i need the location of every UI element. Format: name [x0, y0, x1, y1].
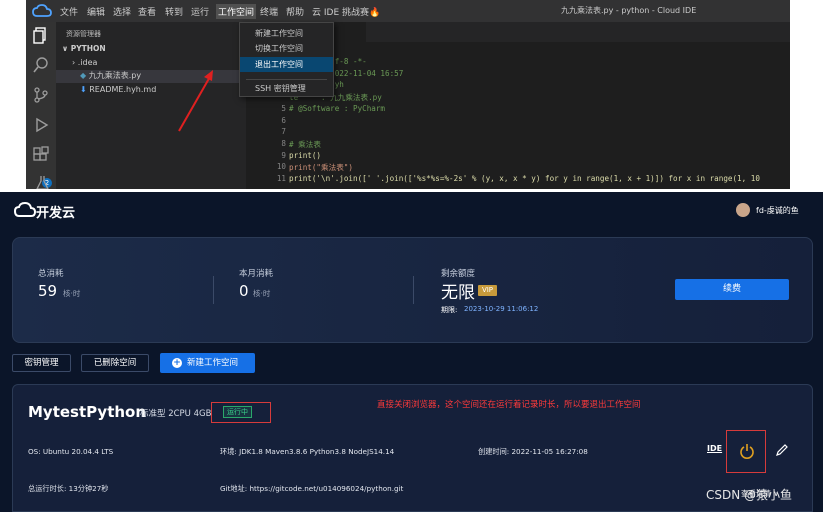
line-number: 10	[276, 162, 286, 172]
code-line: 7	[246, 127, 790, 139]
key-management-button[interactable]: 密钥管理	[12, 354, 71, 372]
code-text: print()	[289, 150, 322, 160]
line-number: 8	[281, 138, 286, 148]
markdown-file-icon: ⬇	[80, 85, 90, 94]
workspace-env: 环境: JDK1.8 Maven3.8.6 Python3.8 NodeJS14…	[220, 447, 395, 456]
menu-item-exit-workspace[interactable]: 退出工作空间	[240, 57, 333, 72]
divider	[413, 276, 414, 304]
code-line: 10 print("乘法表")	[246, 162, 790, 174]
window-title: 九九乘法表.py - python - Cloud IDE	[561, 6, 697, 15]
workspace-runtime: 总运行时长: 13分钟27秒	[28, 484, 109, 493]
workspace-spec: 标准型 2CPU 4GB	[140, 409, 212, 419]
total-usage-value: 59	[38, 282, 58, 300]
code-line: 8 # 乘法表	[246, 139, 790, 151]
vip-badge: VIP	[478, 285, 497, 296]
menu-run[interactable]: 运行	[191, 5, 209, 18]
line-number: 9	[281, 150, 286, 160]
chevron-down-icon: ∨	[62, 44, 71, 53]
username[interactable]: fd-虔诚的鱼	[756, 205, 799, 216]
line-number: 6	[281, 115, 286, 125]
explorer-sidebar: 资源管理器 ∨ PYTHON › .idea ◆ 九九乘法表.py ⬇ READ…	[56, 22, 246, 189]
month-usage-value: 0	[239, 282, 249, 300]
total-usage-unit: 核·时	[63, 289, 81, 298]
cloud-console: 开发云 fd-虔诚的鱼 总消耗 59 核·时 本月消耗 0 核·时 剩余额度 无…	[0, 192, 823, 512]
menu-select[interactable]: 选择	[113, 5, 131, 18]
power-icon[interactable]	[739, 443, 755, 459]
tree-root[interactable]: ∨ PYTHON	[62, 44, 106, 53]
menu-item-ssh-keys[interactable]: SSH 密钥管理	[240, 81, 333, 96]
month-usage-unit: 核·时	[253, 289, 271, 298]
expiry-value: 2023-10-29 11:06:12	[464, 305, 539, 313]
deleted-spaces-button[interactable]: 已删除空间	[81, 354, 149, 372]
divider	[213, 276, 214, 304]
menu-goto[interactable]: 转到	[165, 5, 183, 18]
menu-view[interactable]: 查看	[138, 5, 156, 18]
code-text: print("乘法表")	[289, 163, 353, 173]
renew-button[interactable]: 续费	[675, 279, 789, 300]
workspace-os: OS: Ubuntu 20.04.4 LTS	[28, 447, 114, 456]
activity-bar: 2	[26, 22, 56, 189]
code-line: 11 print('\n'.join([' '.join(['%s*%s=%-2s…	[246, 174, 790, 186]
line-number: 5	[281, 103, 286, 113]
menubar: 文件 编辑 选择 查看 转到 运行 工作空间 终端 帮助 云 IDE 挑战赛🔥 …	[26, 0, 790, 22]
menu-item-new-workspace[interactable]: 新建工作空间	[240, 26, 333, 41]
cloud-ide-logo-icon	[32, 4, 52, 17]
menu-file[interactable]: 文件	[60, 5, 78, 18]
code-text: # 乘法表	[289, 139, 321, 149]
new-workspace-label: 新建工作空间	[187, 358, 239, 368]
workspace-card: MytestPython 标准型 2CPU 4GB 运行中 直接关闭浏览器，这个…	[12, 384, 813, 512]
tree-item-idea[interactable]: › .idea	[72, 58, 97, 67]
brand-name: 开发云	[36, 206, 76, 221]
quota-value: 无限	[441, 283, 475, 303]
menu-workspace[interactable]: 工作空间	[216, 4, 257, 19]
workspace-created: 创建时间: 2022-11-05 16:27:08	[478, 447, 588, 456]
workspace-name[interactable]: MytestPython	[28, 403, 146, 421]
tree-item-py-file[interactable]: ◆ 九九乘法表.py	[56, 70, 246, 83]
annotation-text: 直接关闭浏览器，这个空间还在运行着记录时长，所以要退出工作空间	[377, 400, 641, 410]
line-number: 11	[276, 174, 286, 183]
search-icon[interactable]	[32, 56, 50, 74]
run-debug-icon[interactable]	[32, 116, 50, 134]
explorer-title: 资源管理器	[66, 30, 101, 38]
watermark: CSDN @猿小鱼	[706, 488, 793, 502]
status-badge: 运行中	[223, 406, 252, 418]
workspace-menu-dropdown: 新建工作空间 切换工作空间 退出工作空间 SSH 密钥管理	[239, 22, 334, 97]
code-line: 6	[246, 116, 790, 128]
menu-challenge[interactable]: 云 IDE 挑战赛🔥	[312, 5, 380, 18]
workspace-git: Git地址: https://gitcode.net/u014096024/py…	[220, 484, 404, 493]
new-workspace-button[interactable]: + 新建工作空间	[160, 353, 255, 373]
explorer-icon[interactable]	[32, 26, 50, 44]
plus-icon: +	[172, 358, 182, 368]
menu-separator	[246, 79, 327, 80]
code-line: 9 print()	[246, 151, 790, 163]
avatar[interactable]	[736, 203, 750, 217]
month-usage-label: 本月消耗	[239, 269, 274, 279]
total-usage-label: 总消耗	[38, 269, 64, 279]
menu-help[interactable]: 帮助	[286, 5, 304, 18]
tree-item-readme[interactable]: ⬇ README.hyh.md	[80, 85, 156, 94]
code-text: print('\n'.join([' '.join(['%s*%s=%-2s' …	[289, 174, 760, 183]
source-control-icon[interactable]	[32, 86, 50, 104]
edit-icon[interactable]	[775, 443, 789, 457]
extensions-icon[interactable]	[32, 146, 50, 164]
cloud-logo-icon	[14, 202, 36, 217]
flask-icon[interactable]	[34, 174, 52, 189]
open-ide-link[interactable]: IDE	[707, 444, 722, 453]
menu-edit[interactable]: 编辑	[87, 5, 105, 18]
python-file-icon: ◆	[80, 71, 89, 80]
cloud-ide-window: 文件 编辑 选择 查看 转到 运行 工作空间 终端 帮助 云 IDE 挑战赛🔥 …	[26, 0, 790, 189]
expiry-label: 期限:	[441, 306, 458, 314]
code-line: 5 # @Software : PyCharm	[246, 104, 790, 116]
code-text: # @Software : PyCharm	[289, 103, 386, 113]
menu-item-switch-workspace[interactable]: 切换工作空间	[240, 41, 333, 56]
menu-terminal[interactable]: 终端	[260, 5, 278, 18]
usage-stats-card: 总消耗 59 核·时 本月消耗 0 核·时 剩余额度 无限 VIP 期限: 20…	[12, 237, 813, 343]
line-number: 7	[281, 127, 286, 137]
